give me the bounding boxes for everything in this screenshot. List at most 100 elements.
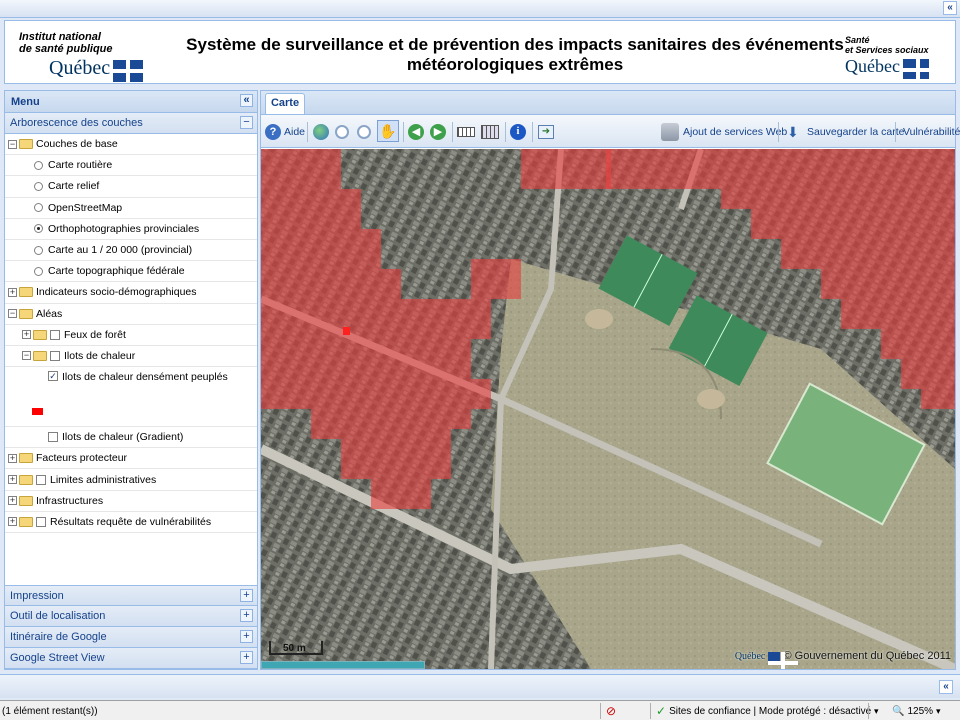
map-tab-strip: Carte [261, 91, 955, 115]
menu-panel: Menu « Arborescence des couches − − Couc… [4, 90, 258, 670]
collapse-node-icon[interactable]: − [8, 139, 17, 149]
expand-node-icon[interactable]: + [8, 517, 17, 527]
expand-node-icon[interactable]: + [22, 330, 31, 340]
layer-dense-heat-islands[interactable]: ✓ Ilots de chaleur densément peuplés [5, 367, 257, 428]
chevron-down-icon[interactable]: ▾ [874, 704, 879, 718]
folder-icon [19, 495, 33, 506]
previous-extent-button[interactable]: ◀ [408, 122, 427, 142]
export-icon: ➜ [538, 125, 554, 139]
export-button[interactable]: ➜ [538, 122, 554, 142]
identify-button[interactable]: i [510, 122, 529, 142]
accordion-google-directions[interactable]: Itinéraire de Google + [5, 627, 257, 648]
download-icon: ⬇ [787, 124, 799, 140]
inspq-logo: Institut national de santé publique Québ… [19, 31, 169, 83]
radio-map-20000[interactable] [34, 245, 43, 255]
expand-node-icon[interactable]: + [8, 496, 17, 506]
accordion-print[interactable]: Impression + [5, 585, 257, 606]
zoom-out-icon [357, 125, 371, 139]
radio-openstreetmap[interactable] [34, 203, 43, 213]
tile-loading-progress-fill [262, 662, 424, 668]
zoom-level[interactable]: 🔍 125% ▾ [892, 704, 941, 718]
bottom-strip: « [0, 674, 960, 698]
tree-node-forest-fires[interactable]: + Feux de forêt [5, 325, 257, 346]
status-remaining-items: (1 élément restant(s)) [2, 705, 98, 717]
measure-area-button[interactable] [481, 122, 499, 142]
scale-label: 50 m [283, 643, 306, 654]
baseball-infield [697, 389, 725, 409]
layer-road-map[interactable]: Carte routière [5, 155, 257, 177]
expand-footer-button[interactable]: « [939, 680, 953, 694]
accordion-street-view[interactable]: Google Street View + [5, 648, 257, 669]
checkbox-dense-heat-islands-checked[interactable]: ✓ [48, 371, 58, 382]
expand-location-tool-button[interactable]: + [240, 609, 253, 622]
tree-node-base-layers[interactable]: − Couches de base [5, 134, 257, 156]
layer-orthophotos[interactable]: Orthophotographies provinciales [5, 219, 257, 240]
checkbox-vulnerability-results[interactable] [36, 516, 46, 527]
collapse-header-button[interactable]: « [943, 1, 957, 15]
map-canvas[interactable]: 50 m Québec © Gouvernement du Québec 201… [261, 149, 955, 669]
tab-map[interactable]: Carte [265, 93, 305, 114]
radio-orthophotos-selected[interactable] [34, 224, 43, 234]
tree-node-hazards[interactable]: − Aléas [5, 304, 257, 325]
radio-relief-map[interactable] [34, 181, 43, 191]
tree-node-protective-factors[interactable]: + Facteurs protecteur [5, 448, 257, 470]
globe-icon [313, 124, 329, 140]
save-map-button[interactable]: ⬇ Sauvegarder la carte [787, 122, 904, 142]
globe-full-extent-button[interactable] [313, 122, 332, 142]
radio-federal-topo[interactable] [34, 266, 43, 276]
hand-icon: ✋ [379, 122, 397, 139]
popup-blocked-icon[interactable]: ⊘ [606, 704, 616, 718]
menu-panel-header: Menu « [5, 91, 257, 113]
pan-button-active[interactable]: ✋ [377, 120, 399, 142]
browser-status-bar: (1 élément restant(s)) ⊘ ✓ Sites de conf… [0, 700, 960, 720]
layer-federal-topo[interactable]: Carte topographique fédérale [5, 261, 257, 283]
tree-node-socio-demographic[interactable]: + Indicateurs socio-démographiques [5, 282, 257, 304]
accordion-location-tool[interactable]: Outil de localisation + [5, 606, 257, 627]
quebec-flag-icon [113, 60, 144, 83]
add-web-services-button[interactable]: Ajout de services Web [661, 122, 787, 142]
folder-icon [19, 308, 33, 319]
layer-relief-map[interactable]: Carte relief [5, 176, 257, 198]
collapse-node-icon[interactable]: − [8, 309, 17, 319]
expand-street-view-button[interactable]: + [240, 651, 253, 664]
status-divider [650, 703, 651, 719]
help-button[interactable]: ? Aide [265, 122, 305, 142]
expand-node-icon[interactable]: + [8, 287, 17, 297]
checkbox-heat-islands[interactable] [50, 350, 60, 361]
next-extent-button[interactable]: ▶ [430, 122, 449, 142]
zoom-in-button[interactable] [335, 122, 352, 142]
map-copyright: Québec © Gouvernement du Québec 2011 [734, 650, 951, 669]
expand-node-icon[interactable]: + [8, 475, 17, 485]
map-toolbar: ? Aide ✋ ◀ ▶ i ➜ Ajout de services Web ⬇… [261, 115, 960, 148]
layers-tree-header[interactable]: Arborescence des couches − [5, 113, 257, 134]
checkbox-admin-limits[interactable] [36, 474, 46, 485]
toolbar-separator [895, 122, 896, 142]
radio-road-map[interactable] [34, 160, 43, 170]
tree-node-admin-limits[interactable]: + Limites administratives [5, 469, 257, 491]
collapse-menu-button[interactable]: « [240, 94, 253, 107]
chevron-down-icon: ▾ [936, 705, 941, 716]
orthophoto-map[interactable] [261, 149, 955, 669]
collapse-node-icon[interactable]: − [22, 351, 31, 361]
tree-node-heat-islands[interactable]: − Ilots de chaleur [5, 346, 257, 368]
vulnerability-button[interactable]: Vulnérabilité [903, 122, 960, 142]
layer-map-20000[interactable]: Carte au 1 / 20 000 (provincial) [5, 240, 257, 262]
checkbox-forest-fires[interactable] [50, 329, 60, 340]
expand-node-icon[interactable]: + [8, 453, 17, 463]
expand-print-button[interactable]: + [240, 589, 253, 602]
layer-openstreetmap[interactable]: OpenStreetMap [5, 198, 257, 219]
folder-icon [33, 350, 47, 361]
collapse-layers-button[interactable]: − [240, 116, 253, 129]
zoom-out-button[interactable] [357, 122, 374, 142]
tree-node-vulnerability-results[interactable]: + Résultats requête de vulnérabilités [5, 512, 257, 533]
database-add-icon [661, 123, 679, 141]
area-ruler-icon [481, 125, 499, 139]
tree-node-infrastructures[interactable]: + Infrastructures [5, 491, 257, 512]
expand-google-directions-button[interactable]: + [240, 630, 253, 643]
highlight-marker [343, 327, 350, 335]
layer-heat-islands-gradient[interactable]: Ilots de chaleur (Gradient) [5, 427, 257, 449]
measure-distance-button[interactable] [457, 122, 475, 142]
header-banner: Institut national de santé publique Québ… [4, 20, 956, 84]
checkbox-heat-islands-gradient[interactable] [48, 432, 58, 443]
security-zone[interactable]: ✓ Sites de confiance | Mode protégé : dé… [656, 704, 871, 718]
